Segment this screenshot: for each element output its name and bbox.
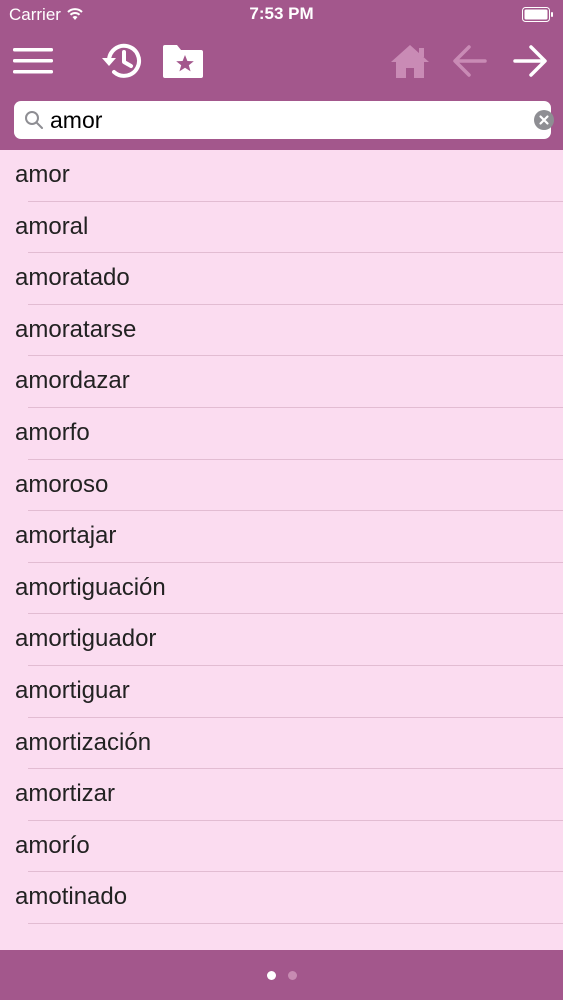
word-label: amortiguación: [15, 573, 166, 601]
list-item[interactable]: amoratado: [0, 253, 563, 305]
word-list: amor amoral amoratado amoratarse amordaz…: [0, 150, 563, 924]
word-label: amor: [15, 161, 70, 188]
search-bar: [14, 101, 554, 139]
battery-icon: [522, 7, 554, 27]
word-label: amoroso: [15, 470, 109, 498]
word-label: amortajar: [15, 522, 117, 550]
hamburger-menu-icon: [13, 48, 53, 74]
forward-button[interactable]: [505, 38, 555, 84]
search-input[interactable]: [50, 103, 520, 137]
footer-bar: [0, 950, 563, 1000]
toolbar: [0, 30, 563, 92]
list-item[interactable]: amortiguación: [0, 563, 563, 615]
page-indicator[interactable]: [0, 950, 563, 1000]
back-button[interactable]: [445, 38, 495, 84]
history-clock-icon: [102, 43, 141, 78]
list-item[interactable]: amoral: [0, 202, 563, 254]
word-label: amorío: [15, 831, 90, 859]
word-label: amoratarse: [15, 315, 137, 343]
list-item[interactable]: amortiguar: [0, 666, 563, 718]
word-label: amortización: [15, 728, 152, 756]
word-label: amortiguar: [15, 676, 130, 704]
list-item[interactable]: amortización: [0, 718, 563, 770]
arrow-right-icon: [513, 45, 547, 77]
word-label: amortiguador: [15, 625, 157, 653]
clear-search-icon[interactable]: [534, 110, 554, 135]
status-bar: Carrier 7:53 PM: [0, 0, 563, 30]
word-label: amordazar: [15, 367, 130, 395]
word-label: amotinado: [15, 883, 128, 911]
bookmarks-button[interactable]: [158, 38, 208, 84]
search-icon: [24, 110, 44, 135]
list-item[interactable]: amortajar: [0, 511, 563, 563]
arrow-left-icon: [453, 45, 487, 77]
list-item[interactable]: amoroso: [0, 460, 563, 512]
list-item[interactable]: amortizar: [0, 769, 563, 821]
list-item[interactable]: amordazar: [0, 356, 563, 408]
word-label: amortizar: [15, 780, 116, 808]
status-time: 7:53 PM: [249, 4, 314, 23]
list-item[interactable]: amotinado: [0, 872, 563, 924]
page-dot: [287, 970, 297, 980]
folder-star-icon: [163, 45, 203, 78]
home-icon: [391, 45, 429, 78]
history-button[interactable]: [97, 38, 147, 84]
list-item[interactable]: amorfo: [0, 408, 563, 460]
app-header: Carrier 7:53 PM: [0, 0, 563, 150]
list-item[interactable]: amor: [0, 150, 563, 202]
word-label: amorfo: [15, 418, 90, 446]
word-label: amoratado: [15, 264, 130, 292]
list-item[interactable]: amorío: [0, 821, 563, 873]
menu-button[interactable]: [8, 38, 58, 84]
home-button[interactable]: [385, 38, 435, 84]
word-label: amoral: [15, 212, 89, 240]
list-item[interactable]: amoratarse: [0, 305, 563, 357]
list-item[interactable]: amortiguador: [0, 614, 563, 666]
page-dot-active: [266, 970, 276, 980]
